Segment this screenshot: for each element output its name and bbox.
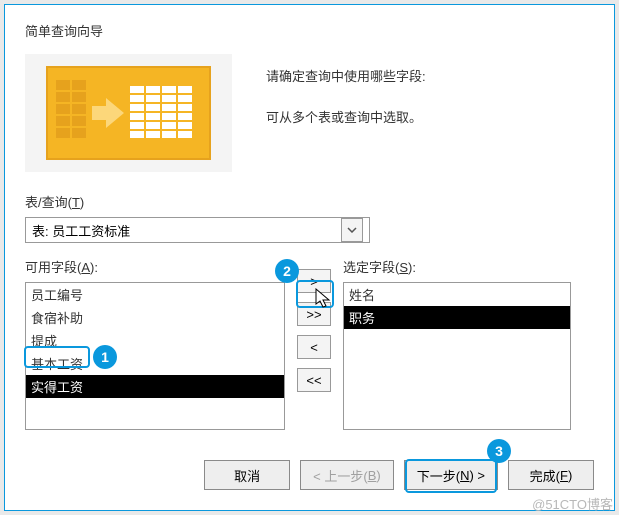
list-item[interactable]: 职务 <box>344 306 570 329</box>
list-item[interactable]: 姓名 <box>344 283 570 306</box>
next-button[interactable]: 下一步(N) > <box>404 460 498 490</box>
wizard-illustration <box>25 54 232 172</box>
list-item[interactable]: 实得工资 <box>26 375 284 398</box>
cancel-button[interactable]: 取消 <box>204 460 290 490</box>
callout-3: 3 <box>487 439 511 463</box>
simple-query-wizard-dialog: 简单查询向导 <box>4 4 615 511</box>
selected-fields-listbox[interactable]: 姓名 职务 <box>343 282 571 430</box>
instruction-line-2: 可从多个表或查询中选取。 <box>266 107 426 126</box>
dialog-title: 简单查询向导 <box>25 21 594 40</box>
list-item[interactable]: 提成 <box>26 329 284 352</box>
available-fields-listbox[interactable]: 员工编号 食宿补助 提成 基本工资 实得工资 <box>25 282 285 430</box>
remove-one-button[interactable]: < <box>297 335 331 359</box>
available-fields-label: 可用字段(A): <box>25 257 285 276</box>
back-button: < 上一步(B) <box>300 460 394 490</box>
instruction-line-1: 请确定查询中使用哪些字段: <box>266 66 426 85</box>
instruction-block: 请确定查询中使用哪些字段: 可从多个表或查询中选取。 <box>266 54 426 172</box>
chevron-down-icon[interactable] <box>341 218 363 242</box>
watermark: @51CTO博客 <box>532 494 613 513</box>
callout-2: 2 <box>275 259 299 283</box>
list-item[interactable]: 员工编号 <box>26 283 284 306</box>
list-item[interactable]: 食宿补助 <box>26 306 284 329</box>
list-item[interactable]: 基本工资 <box>26 352 284 375</box>
remove-all-button[interactable]: << <box>297 368 331 392</box>
table-query-combobox[interactable]: 表: 员工工资标准 <box>25 217 370 243</box>
cursor-icon <box>315 288 333 310</box>
table-query-selected-value: 表: 员工工资标准 <box>32 221 130 240</box>
finish-button[interactable]: 完成(F) <box>508 460 594 490</box>
table-query-label: 表/查询(T) <box>25 192 594 211</box>
callout-1: 1 <box>93 345 117 369</box>
selected-fields-label: 选定字段(S): <box>343 257 571 276</box>
